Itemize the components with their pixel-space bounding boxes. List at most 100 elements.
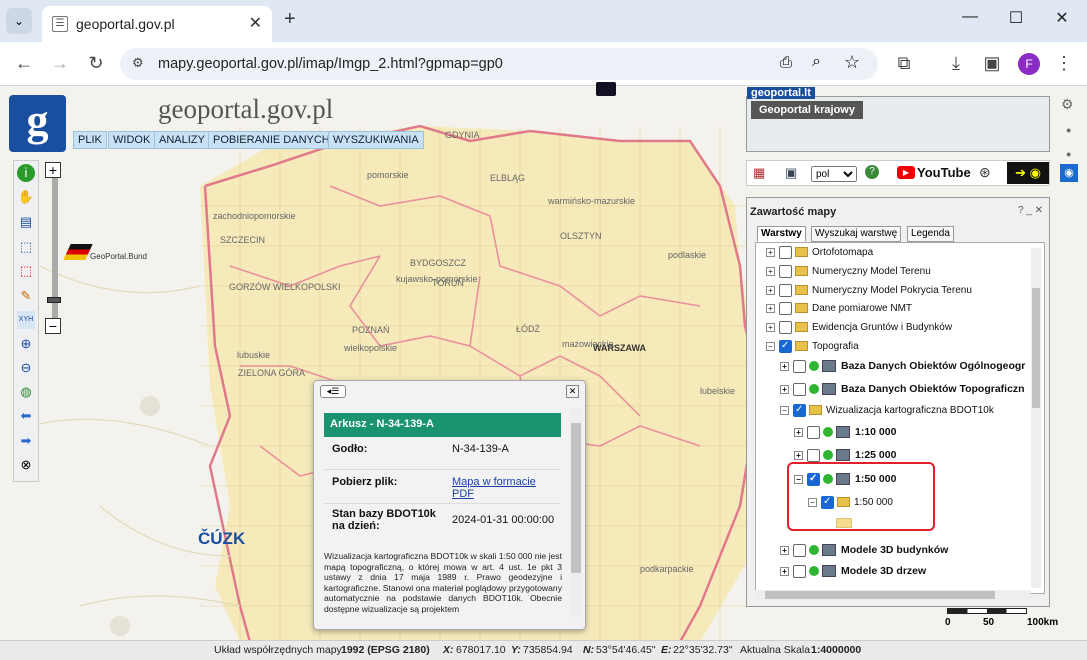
tab-warstwy[interactable]: Warstwy (757, 226, 806, 242)
tree-scrollbar[interactable] (1031, 248, 1041, 588)
menu-pobieranie-danych[interactable]: POBIERANIE DANYCH (208, 131, 335, 149)
expand-toggle-icon[interactable]: + (780, 545, 789, 555)
layer-checkbox[interactable] (807, 448, 820, 462)
zoom-slider-track[interactable] (52, 163, 58, 333)
menu-widok[interactable]: WIDOK (108, 131, 156, 149)
expand-toggle-icon[interactable]: + (780, 384, 789, 394)
extensions-icon[interactable]: ⧉ (892, 53, 916, 74)
grid-icon[interactable]: ▦ (753, 165, 765, 181)
profile-avatar[interactable]: F (1018, 53, 1040, 75)
select-icon[interactable]: ⬚ (17, 238, 35, 256)
layer-row[interactable]: + Ortofotomapa (766, 243, 873, 261)
layer-row[interactable]: − Wizualizacja kartograficzna BDOT10k (780, 401, 994, 419)
menu-plik[interactable]: PLIK (73, 131, 107, 149)
browser-tab[interactable]: ☰ geoportal.gov.pl ✕ (42, 6, 272, 42)
popup-collapse-icon[interactable]: ◂☰ (320, 385, 346, 398)
clear-icon[interactable]: ⊗ (17, 456, 35, 474)
expand-toggle-icon[interactable]: + (766, 322, 775, 332)
layer-checkbox[interactable] (779, 320, 792, 334)
zoom-slider-handle[interactable] (47, 297, 61, 303)
expand-toggle-icon[interactable]: + (766, 285, 775, 295)
tree-scroll-thumb[interactable] (1032, 288, 1040, 408)
expand-toggle-icon[interactable]: − (766, 341, 775, 351)
layer-checkbox[interactable] (793, 382, 806, 396)
expand-toggle-icon[interactable]: − (780, 405, 789, 415)
accessibility-icon[interactable]: ⊛ (979, 164, 991, 181)
expand-toggle-icon[interactable]: + (780, 361, 789, 371)
layer-checkbox[interactable] (779, 245, 792, 259)
zoom-in-button[interactable]: + (45, 162, 61, 178)
zoom-in-icon[interactable]: ⊕ (17, 335, 35, 353)
bookmark-star-icon[interactable]: ☆ (844, 52, 860, 73)
settings-icon[interactable]: ⚙ (1061, 96, 1074, 113)
tab-legenda[interactable]: Legenda (907, 226, 954, 242)
popup-scrollbar[interactable] (570, 409, 582, 617)
youtube-logo[interactable]: ▶ YouTube (897, 165, 971, 180)
new-tab-button[interactable]: + (284, 8, 296, 31)
language-select[interactable]: pol (811, 166, 857, 182)
tab-close-icon[interactable]: ✕ (249, 13, 262, 33)
layer-row[interactable]: + Dane pomiarowe NMT (766, 299, 912, 317)
forward-arrow-icon[interactable]: ➡ (17, 432, 35, 450)
expand-toggle-icon[interactable]: + (766, 247, 775, 257)
layer-checkbox[interactable] (793, 403, 806, 417)
popup-scroll-thumb[interactable] (571, 423, 581, 573)
pencil-icon[interactable]: ✎ (17, 287, 35, 305)
cuzk-logo[interactable]: ČÚZK (198, 529, 245, 549)
close-window-button[interactable]: ✕ (1047, 8, 1077, 28)
small-dot-icon[interactable]: ● (1066, 149, 1071, 159)
select-red-icon[interactable]: ⬚ (17, 262, 35, 280)
zoom-out-icon[interactable]: ⊖ (17, 359, 35, 377)
layer-row[interactable]: + Numeryczny Model Terenu (766, 262, 931, 280)
layer-row[interactable]: + Modele 3D budynków (780, 541, 948, 559)
menu-wyszukiwania[interactable]: WYSZUKIWANIA (328, 131, 424, 149)
layer-checkbox[interactable] (779, 339, 792, 353)
expand-toggle-icon[interactable]: + (794, 450, 803, 460)
download-icon[interactable]: ⤓ (944, 53, 968, 74)
geoportal-logo[interactable]: g (9, 95, 66, 152)
xyh-icon[interactable]: XYH (17, 311, 35, 329)
info-icon[interactable]: i (17, 164, 35, 182)
layer-row[interactable]: + Baza Danych Obiektów Topograficzn (780, 380, 1025, 398)
minimap[interactable]: geoportal.lt Geoportal krajowy (746, 87, 1050, 152)
expand-toggle-icon[interactable]: + (766, 303, 775, 313)
zoom-icon[interactable]: ⌕ (812, 53, 821, 71)
layer-row[interactable]: + Baza Danych Obiektów Ogólnogeogr (780, 357, 1025, 375)
tab-wyszukaj-warstwe[interactable]: Wyszukaj warstwę (811, 226, 902, 242)
layer-checkbox[interactable] (807, 425, 820, 439)
layer-checkbox[interactable] (793, 359, 806, 373)
tab-list-button[interactable]: ⌄ (6, 8, 32, 34)
layer-checkbox[interactable] (779, 264, 792, 278)
tree-hscrollbar[interactable] (755, 590, 1031, 600)
eye-toggle-icon[interactable]: ◉ (1060, 164, 1078, 182)
address-bar[interactable]: ⚙ mapy.geoportal.gov.pl/imap/Imgp_2.html… (120, 48, 878, 80)
pan-hand-icon[interactable]: ✋ (17, 188, 35, 206)
layers-list-icon[interactable]: ▤ (17, 213, 35, 231)
install-icon[interactable]: ⎙ (780, 54, 792, 71)
layer-checkbox[interactable] (793, 543, 806, 557)
reload-icon[interactable]: ↻ (84, 53, 108, 74)
sidebar-icon[interactable]: ▣ (980, 53, 1004, 74)
layer-checkbox[interactable] (793, 564, 806, 578)
menu-icon[interactable]: ⋮ (1052, 53, 1076, 74)
expand-toggle-icon[interactable]: + (780, 566, 789, 576)
back-icon[interactable]: ← (12, 53, 36, 74)
pdf-download-link[interactable]: Mapa w formacie PDF (452, 476, 544, 500)
zoom-out-button[interactable]: − (45, 318, 61, 334)
expand-toggle-icon[interactable]: + (794, 427, 803, 437)
layer-row[interactable]: + Numeryczny Model Pokrycia Terenu (766, 281, 972, 299)
contrast-icon[interactable]: ➔ ◉ (1007, 162, 1049, 184)
globe-icon[interactable]: ◍ (17, 383, 35, 401)
layer-checkbox[interactable] (779, 283, 792, 297)
minimize-button[interactable]: — (955, 8, 985, 26)
menu-analizy[interactable]: ANALIZY (154, 131, 210, 149)
maximize-button[interactable]: ☐ (1001, 8, 1031, 28)
layer-row[interactable]: + Modele 3D drzew (780, 562, 926, 580)
layer-row[interactable]: − Topografia (766, 337, 859, 355)
wms-icon[interactable]: ▣ (785, 165, 797, 181)
popup-close-icon[interactable]: ✕ (566, 385, 579, 398)
panel-controls[interactable]: ? _ ✕ (1018, 205, 1043, 216)
site-info-icon[interactable]: ⚙ (132, 55, 144, 71)
small-dot-icon[interactable]: ● (1066, 125, 1071, 135)
layer-row[interactable]: + Ewidencja Gruntów i Budynków (766, 318, 952, 336)
